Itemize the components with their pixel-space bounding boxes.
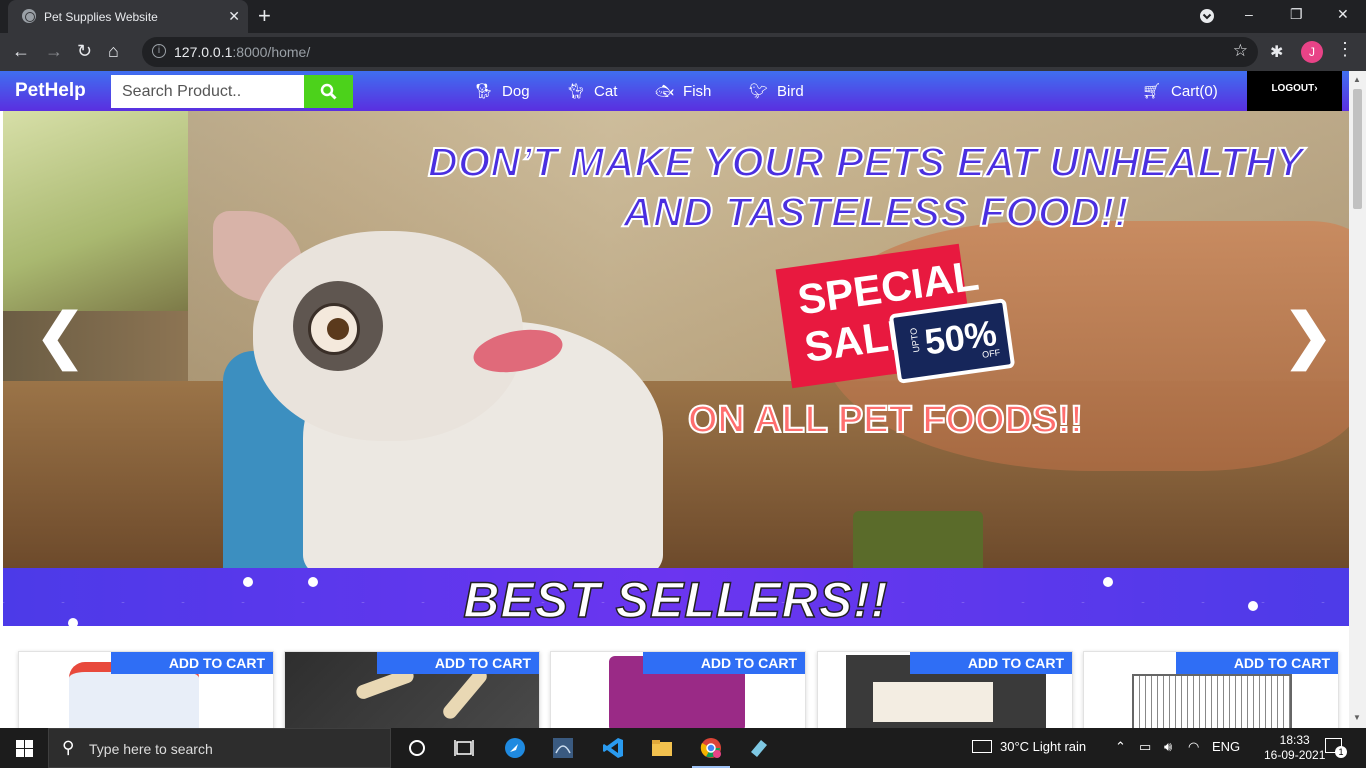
product-card[interactable]: ADD TO CART — [1083, 651, 1339, 728]
cortana-icon[interactable] — [406, 737, 428, 759]
best-sellers-title: BEST SELLERS!! — [463, 571, 889, 626]
add-to-cart-button[interactable]: ADD TO CART — [643, 652, 805, 674]
hero-subline: ON ALL PET FOODS!! — [687, 398, 1084, 442]
new-tab-icon[interactable]: + — [258, 3, 271, 29]
browser-tab[interactable]: Pet Supplies Website ✕ — [8, 0, 248, 33]
vscode-icon[interactable] — [602, 737, 624, 759]
chrome-active-icon[interactable] — [692, 737, 730, 768]
nav-cat[interactable]: 🐈︎ Cat — [566, 82, 617, 100]
taskbar-search[interactable]: ⚲ Type here to search — [48, 728, 391, 768]
bird-cage-image — [1132, 674, 1292, 728]
file-explorer-icon[interactable] — [651, 737, 673, 759]
back-icon[interactable]: ← — [12, 41, 30, 61]
wifi-icon[interactable]: ◠ — [1188, 739, 1199, 755]
windows-start-icon[interactable] — [16, 740, 33, 757]
hero-carousel: DON’T MAKE YOUR PETS EAT UNHEALTHY AND T… — [3, 111, 1349, 568]
taskbar-search-placeholder: Type here to search — [89, 741, 213, 757]
hero-headline-line1: DON’T MAKE YOUR PETS EAT UNHEALTHY — [427, 138, 1304, 186]
add-to-cart-button[interactable]: ADD TO CART — [377, 652, 539, 674]
notifications-icon[interactable]: 1 — [1325, 738, 1347, 758]
tray-expand-icon[interactable]: ⌃ — [1115, 739, 1126, 755]
kitchen-window — [3, 111, 188, 311]
bird-food-label-image — [873, 682, 993, 722]
carousel-prev-icon[interactable]: ❮ — [35, 306, 85, 366]
scroll-down-icon[interactable]: ▼ — [1353, 713, 1361, 722]
browser-app-icon[interactable] — [504, 737, 526, 759]
windows-taskbar: ⚲ Type here to search 30°C Light rain ⌃ … — [0, 728, 1366, 768]
nav-fish[interactable]: 🐟︎ Fish — [655, 82, 711, 100]
profile-avatar[interactable]: J — [1301, 41, 1323, 63]
upto-label: UPTO — [908, 327, 922, 354]
extensions-icon[interactable]: ✱ — [1270, 42, 1283, 62]
browser-menu-icon[interactable]: ⋮ — [1336, 39, 1354, 60]
browser-tab-strip: Pet Supplies Website ✕ + – ❐ ✕ — [0, 0, 1366, 33]
search-input[interactable] — [111, 75, 304, 108]
nav-dog[interactable]: 🐕︎ Dog — [474, 82, 530, 100]
dog-icon: 🐕︎ — [474, 83, 494, 100]
database-app-icon[interactable] — [552, 737, 574, 759]
scrollbar-thumb[interactable] — [1353, 89, 1362, 209]
scroll-up-icon[interactable]: ▲ — [1353, 75, 1361, 84]
close-tab-icon[interactable]: ✕ — [228, 7, 240, 25]
globe-icon — [22, 9, 36, 23]
notes-app-icon[interactable] — [748, 737, 770, 759]
minimize-icon[interactable]: – — [1245, 6, 1253, 22]
brand-logo[interactable]: PetHelp — [15, 80, 86, 102]
add-to-cart-button[interactable]: ADD TO CART — [111, 652, 273, 674]
search-button[interactable] — [304, 75, 353, 108]
forward-icon[interactable]: → — [45, 41, 63, 61]
fish-icon: 🐟︎ — [655, 83, 675, 100]
dog-eye-image — [308, 303, 360, 355]
carousel-next-icon[interactable]: ❯ — [1283, 306, 1333, 366]
add-to-cart-button[interactable]: ADD TO CART — [1176, 652, 1338, 674]
product-card[interactable]: ADD TO CART — [550, 651, 806, 728]
hero-headline-line2: AND TASTELESS FOOD!! — [622, 188, 1129, 236]
page-scrollbar[interactable]: ▲ ▼ — [1349, 71, 1366, 728]
search-icon: ⚲ — [62, 738, 75, 757]
product-card[interactable]: ADD TO CART — [817, 651, 1073, 728]
close-window-icon[interactable]: ✕ — [1337, 6, 1349, 23]
cart-icon: 🛒︎ — [1142, 83, 1162, 100]
food-can-image — [853, 511, 983, 568]
logout-arrow-icon: › — [1314, 83, 1318, 94]
page-viewport: PetHelp 🐕︎Dog 🐈︎Cat 🐟︎Fish 🐦︎Bird 🛒︎Cart… — [0, 71, 1349, 728]
language-indicator[interactable]: ENG — [1212, 739, 1240, 754]
home-icon[interactable]: ⌂ — [108, 41, 119, 61]
system-clock[interactable]: 18:33 16-09-2021 — [1264, 733, 1325, 763]
product-card[interactable]: ADD TO CART — [18, 651, 274, 728]
bookmark-star-icon[interactable]: ☆ — [1233, 41, 1248, 61]
off-label: OFF — [981, 347, 1001, 360]
nav-bird[interactable]: 🐦︎ Bird — [749, 82, 804, 100]
weather-icon — [972, 740, 992, 753]
profile-dropdown-icon[interactable] — [1199, 8, 1215, 27]
restore-icon[interactable]: ❐ — [1290, 6, 1303, 23]
best-sellers-banner: BEST SELLERS!! — [3, 568, 1349, 626]
search-icon — [320, 83, 337, 100]
volume-icon[interactable]: 🔊︎ — [1164, 739, 1172, 755]
tab-title: Pet Supplies Website — [44, 10, 158, 24]
reload-icon[interactable]: ↻ — [77, 41, 92, 61]
address-bar-row: ← → ↻ ⌂ i 127.0.0.1:8000/home/ ☆ ✱ J ⋮ — [0, 33, 1366, 71]
task-view-icon[interactable] — [453, 737, 475, 759]
bird-icon: 🐦︎ — [749, 83, 769, 100]
logout-button[interactable]: LOGOUT› — [1247, 71, 1342, 111]
weather-widget[interactable]: 30°C Light rain — [972, 739, 1086, 754]
add-to-cart-button[interactable]: ADD TO CART — [910, 652, 1072, 674]
url-bar[interactable]: i 127.0.0.1:8000/home/ ☆ — [142, 37, 1258, 67]
cat-icon: 🐈︎ — [566, 83, 586, 100]
battery-icon[interactable]: ▭ — [1139, 739, 1151, 755]
site-info-icon[interactable]: i — [152, 44, 166, 58]
site-navbar: PetHelp 🐕︎Dog 🐈︎Cat 🐟︎Fish 🐦︎Bird 🛒︎Cart… — [0, 71, 1349, 111]
url-text: 127.0.0.1:8000/home/ — [174, 44, 311, 60]
product-card[interactable]: ADD TO CART — [284, 651, 540, 728]
cart-link[interactable]: 🛒︎ Cart(0) — [1142, 82, 1218, 100]
